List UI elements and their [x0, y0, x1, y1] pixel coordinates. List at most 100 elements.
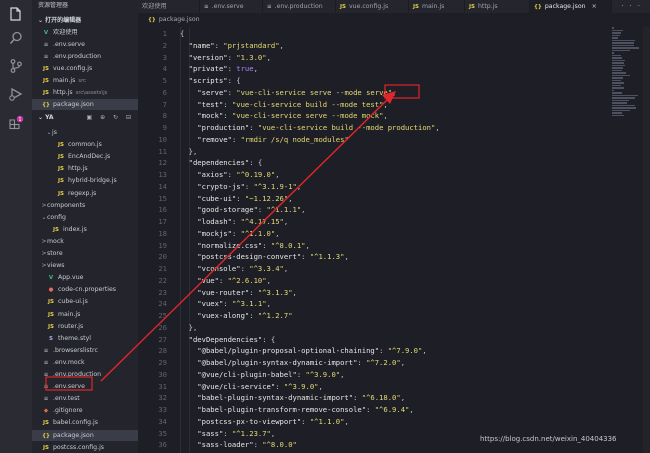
code-line: 19 "normalize.css": "^8.0.1", — [138, 240, 608, 252]
js-file-icon: JS — [57, 190, 64, 197]
line-number: 29 — [158, 358, 167, 367]
code-token: : — [227, 64, 237, 74]
tree-file[interactable]: JS http.js — [32, 163, 138, 174]
tree-file[interactable]: JS main.js — [32, 309, 138, 320]
line-number: 24 — [158, 299, 167, 309]
code-token: , — [383, 111, 388, 121]
minimap-line — [612, 37, 619, 39]
vertical-scrollbar[interactable] — [643, 27, 650, 453]
project-header[interactable]: ⌄ YA ▣ ⊕ ↻ ⊟ — [32, 113, 138, 123]
minimap[interactable] — [612, 27, 642, 116]
tree-file[interactable]: JS router.js — [32, 321, 138, 332]
json-file-icon: {} — [534, 4, 542, 10]
editor-tab[interactable]: JS vue.config.js — [336, 0, 409, 13]
code-token: , — [435, 123, 440, 132]
line-number: 28 — [158, 346, 167, 356]
tree-file[interactable]: ≡ .env.production — [32, 369, 138, 380]
line-number: 27 — [158, 334, 167, 344]
code-token: "^1.1.0" — [240, 228, 276, 238]
line-number: 35 — [158, 428, 167, 438]
code-text: "@babel/plugin-syntax-dynamic-import": "… — [180, 357, 405, 369]
tree-file[interactable]: JS babel.config.js — [32, 417, 138, 428]
tree-file[interactable]: JS EncAndDec.js — [32, 151, 138, 162]
tree-file[interactable]: JS cube-ui.js — [32, 296, 138, 307]
js-file-icon: JS — [42, 444, 49, 451]
open-editor-item[interactable]: {} package.json — [32, 99, 138, 110]
tree-file[interactable]: ≡ .env.serve — [32, 381, 138, 392]
source-control-icon[interactable] — [8, 58, 24, 74]
code-token: , — [283, 217, 289, 226]
minimap-line — [612, 57, 623, 59]
search-icon[interactable] — [8, 30, 24, 46]
code-token: , — [422, 346, 427, 356]
code-text: "babel-plugin-transform-remove-console":… — [180, 404, 414, 416]
tree-file[interactable]: ≡ .env.mock — [32, 357, 138, 368]
open-editor-item[interactable]: JS vue.config.js — [32, 63, 138, 74]
editor-tab[interactable]: ≡ .env.serve — [200, 0, 263, 13]
tree-file[interactable]: {} package.json — [32, 429, 138, 441]
tree-folder[interactable]: >components — [32, 200, 138, 211]
open-editor-item[interactable]: V 欢迎使用 — [32, 27, 138, 38]
tree-item-label: .env.test — [53, 395, 80, 403]
tree-file[interactable]: JS common.js — [32, 139, 138, 150]
tree-item-label: mock — [47, 237, 64, 245]
editor-tab[interactable]: JS http.js — [465, 0, 530, 13]
open-editor-item[interactable]: ≡ .env.production — [32, 51, 138, 62]
minimap-line — [612, 29, 623, 31]
code-text: }, — [180, 146, 198, 158]
code-text: "vuex": "^3.1.1", — [180, 298, 271, 310]
tree-file[interactable]: ≡ .browserslistrc — [32, 345, 138, 356]
code-text: "lodash": "^4.17.15", — [180, 216, 288, 228]
tree-file[interactable]: JS postcss.config.js — [32, 442, 138, 453]
tree-folder[interactable]: ⌄config — [32, 212, 138, 223]
breadcrumb[interactable]: {} package.json — [148, 15, 200, 25]
cfg-file-icon: ≡ — [267, 4, 272, 10]
debug-icon[interactable] — [8, 86, 24, 102]
minimap-line — [612, 39, 635, 41]
code-editor[interactable]: 1{2 "name": "prjstandard", 3 "version": "… — [138, 27, 608, 453]
tree-file[interactable]: ◆ .gitignore — [32, 405, 138, 416]
tree-file[interactable]: ≡ .env.test — [32, 393, 138, 404]
open-editor-item[interactable]: JS main.js src — [32, 75, 138, 86]
code-line: 23 "vue-router": "^3.1.3", — [138, 287, 608, 299]
code-text: "sass-loader": "^8.0.0" — [180, 439, 297, 451]
tree-file[interactable]: ● code-cn.properties — [32, 284, 138, 295]
code-token: "1.3.0" — [236, 52, 267, 62]
code-line: 13 "axios": "^0.19.0", — [138, 169, 608, 181]
tree-file[interactable]: JS regexp.js — [32, 188, 138, 199]
code-line: 24 "vuex": "^3.1.1", — [138, 298, 608, 310]
editor-tab[interactable]: JS main.js — [409, 0, 465, 13]
tree-folder[interactable]: >mock — [32, 236, 138, 247]
tree-file[interactable]: JS hybrid-bridge.js — [32, 175, 138, 186]
project-tools[interactable]: ▣ ⊕ ↻ ⊟ — [87, 113, 134, 123]
code-token: , — [409, 405, 414, 414]
tree-folder[interactable]: >store — [32, 248, 138, 259]
extensions-icon[interactable]: 1 — [8, 114, 24, 130]
editor-tab[interactable]: ≡ .env.production — [263, 0, 336, 13]
explorer-icon[interactable] — [8, 6, 24, 22]
open-editors-header[interactable]: ⌄ 打开的编辑器 — [32, 16, 138, 26]
tree-item-label: EncAndDec.js — [68, 153, 111, 161]
tree-file[interactable]: Stheme.styl — [32, 333, 138, 344]
editor-tab[interactable]: {} package.json × — [530, 0, 612, 13]
open-editor-item[interactable]: JS http.js src\assets\js — [32, 87, 138, 98]
cfg-file-icon: ≡ — [43, 54, 49, 60]
code-token: : — [227, 52, 237, 62]
code-token: "babel-plugin-transform-remove-console" — [180, 405, 367, 414]
tree-folder[interactable]: ⌄js — [32, 127, 138, 138]
tree-item-label: router.js — [58, 322, 84, 330]
close-icon[interactable]: × — [592, 3, 597, 10]
tree-item-label: .browserslistrc — [53, 346, 98, 354]
open-editor-item[interactable]: ≡ .env.serve — [32, 39, 138, 50]
code-line: 4 "private": true, — [138, 63, 608, 75]
tree-file[interactable]: JS index.js — [32, 224, 138, 235]
tree-file[interactable]: V App.vue — [32, 272, 138, 283]
editor-tab[interactable]: 欢迎使用 — [138, 0, 200, 13]
tree-folder[interactable]: >views — [32, 260, 138, 271]
line-number: 25 — [158, 311, 167, 320]
tree-item-label: index.js — [63, 225, 87, 233]
minimap-line — [612, 92, 622, 94]
tree-item-label: App.vue — [58, 274, 84, 282]
json-file-icon: {} — [42, 102, 50, 108]
js-file-icon: JS — [47, 299, 54, 306]
